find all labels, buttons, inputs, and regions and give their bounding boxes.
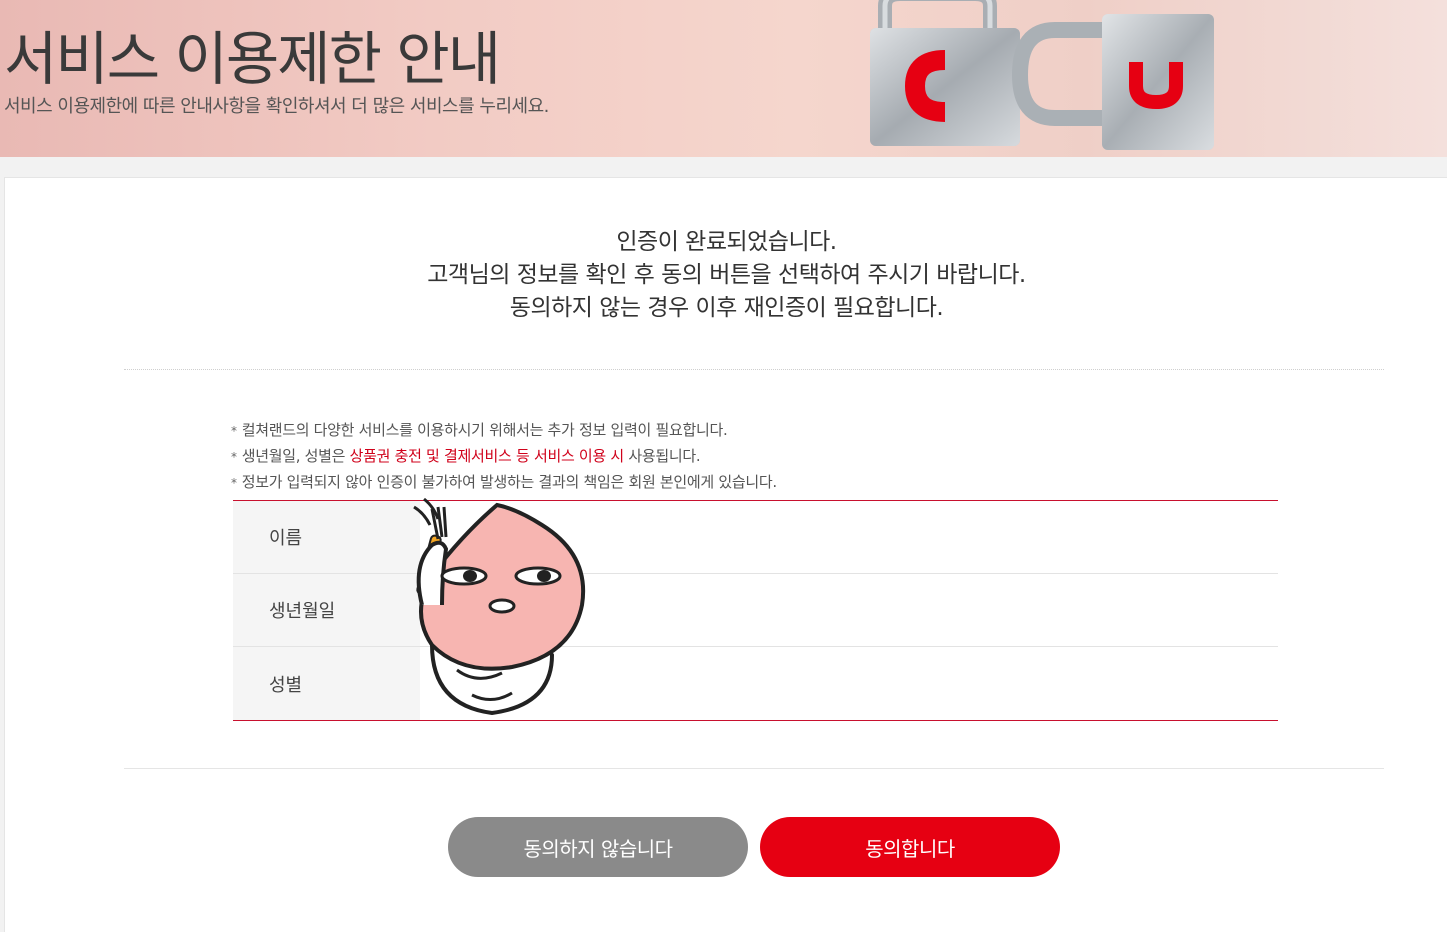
asterisk-icon: * — [231, 450, 237, 464]
peach-mascot-icon — [413, 497, 586, 716]
notice-list: * 컬쳐랜드의 다양한 서비스를 이용하시기 위해서는 추가 정보 입력이 필요합… — [231, 418, 777, 496]
intro-line-1: 인증이 완료되었습니다. — [616, 229, 837, 255]
notice-text: 정보가 입력되지 않아 인증이 불가하여 발생하는 결과의 책임은 회원 본인에… — [241, 473, 777, 491]
table-row-name: 이름 — [233, 501, 1278, 574]
notice-item: * 컬쳐랜드의 다양한 서비스를 이용하시기 위해서는 추가 정보 입력이 필요합… — [231, 418, 777, 444]
divider — [124, 768, 1384, 769]
notice-item: * 생년월일, 성별은 상품권 충전 및 결제서비스 등 서비스 이용 시 사용됩… — [231, 444, 777, 470]
disagree-button[interactable]: 동의하지 않습니다 — [448, 817, 748, 877]
notice-text: 사용됩니다. — [623, 447, 701, 465]
gender-label: 성별 — [233, 647, 420, 720]
intro-line-2: 고객님의 정보를 확인 후 동의 버튼을 선택하여 주시기 바랍니다. — [427, 262, 1026, 288]
auth-complete-message: 인증이 완료되었습니다. 고객님의 정보를 확인 후 동의 버튼을 선택하여 주… — [5, 226, 1447, 325]
banner-subtitle: 서비스 이용제한에 따른 안내사항을 확인하셔서 더 많은 서비스를 누리세요. — [4, 96, 549, 117]
birthdate-label: 생년월일 — [233, 574, 420, 646]
notice-text: 생년월일, 성별은 — [241, 447, 350, 465]
asterisk-icon: * — [231, 476, 237, 490]
user-info-table: 이름 생년월일 성별 — [233, 500, 1278, 721]
agree-button[interactable]: 동의합니다 — [760, 817, 1060, 877]
page-banner: 서비스 이용제한 안내 서비스 이용제한에 따른 안내사항을 확인하셔서 더 많… — [0, 0, 1447, 157]
table-row-birthdate: 생년월일 — [233, 574, 1278, 647]
notice-text: 컬쳐랜드의 다양한 서비스를 이용하시기 위해서는 추가 정보 입력이 필요합니… — [241, 421, 728, 439]
padlock-cu-icon — [870, 0, 1214, 150]
content-card: 인증이 완료되었습니다. 고객님의 정보를 확인 후 동의 버튼을 선택하여 주… — [4, 177, 1447, 932]
notice-highlight: 상품권 충전 및 결제서비스 등 서비스 이용 시 — [349, 447, 625, 465]
notice-item: * 정보가 입력되지 않아 인증이 불가하여 발생하는 결과의 책임은 회원 본인… — [231, 470, 777, 496]
banner-title: 서비스 이용제한 안내 — [4, 25, 501, 93]
dotted-divider — [124, 369, 1384, 370]
asterisk-icon: * — [231, 424, 237, 438]
table-row-gender: 성별 — [233, 647, 1278, 720]
intro-line-3: 동의하지 않는 경우 이후 재인증이 필요합니다. — [509, 295, 944, 321]
name-label: 이름 — [233, 501, 420, 573]
